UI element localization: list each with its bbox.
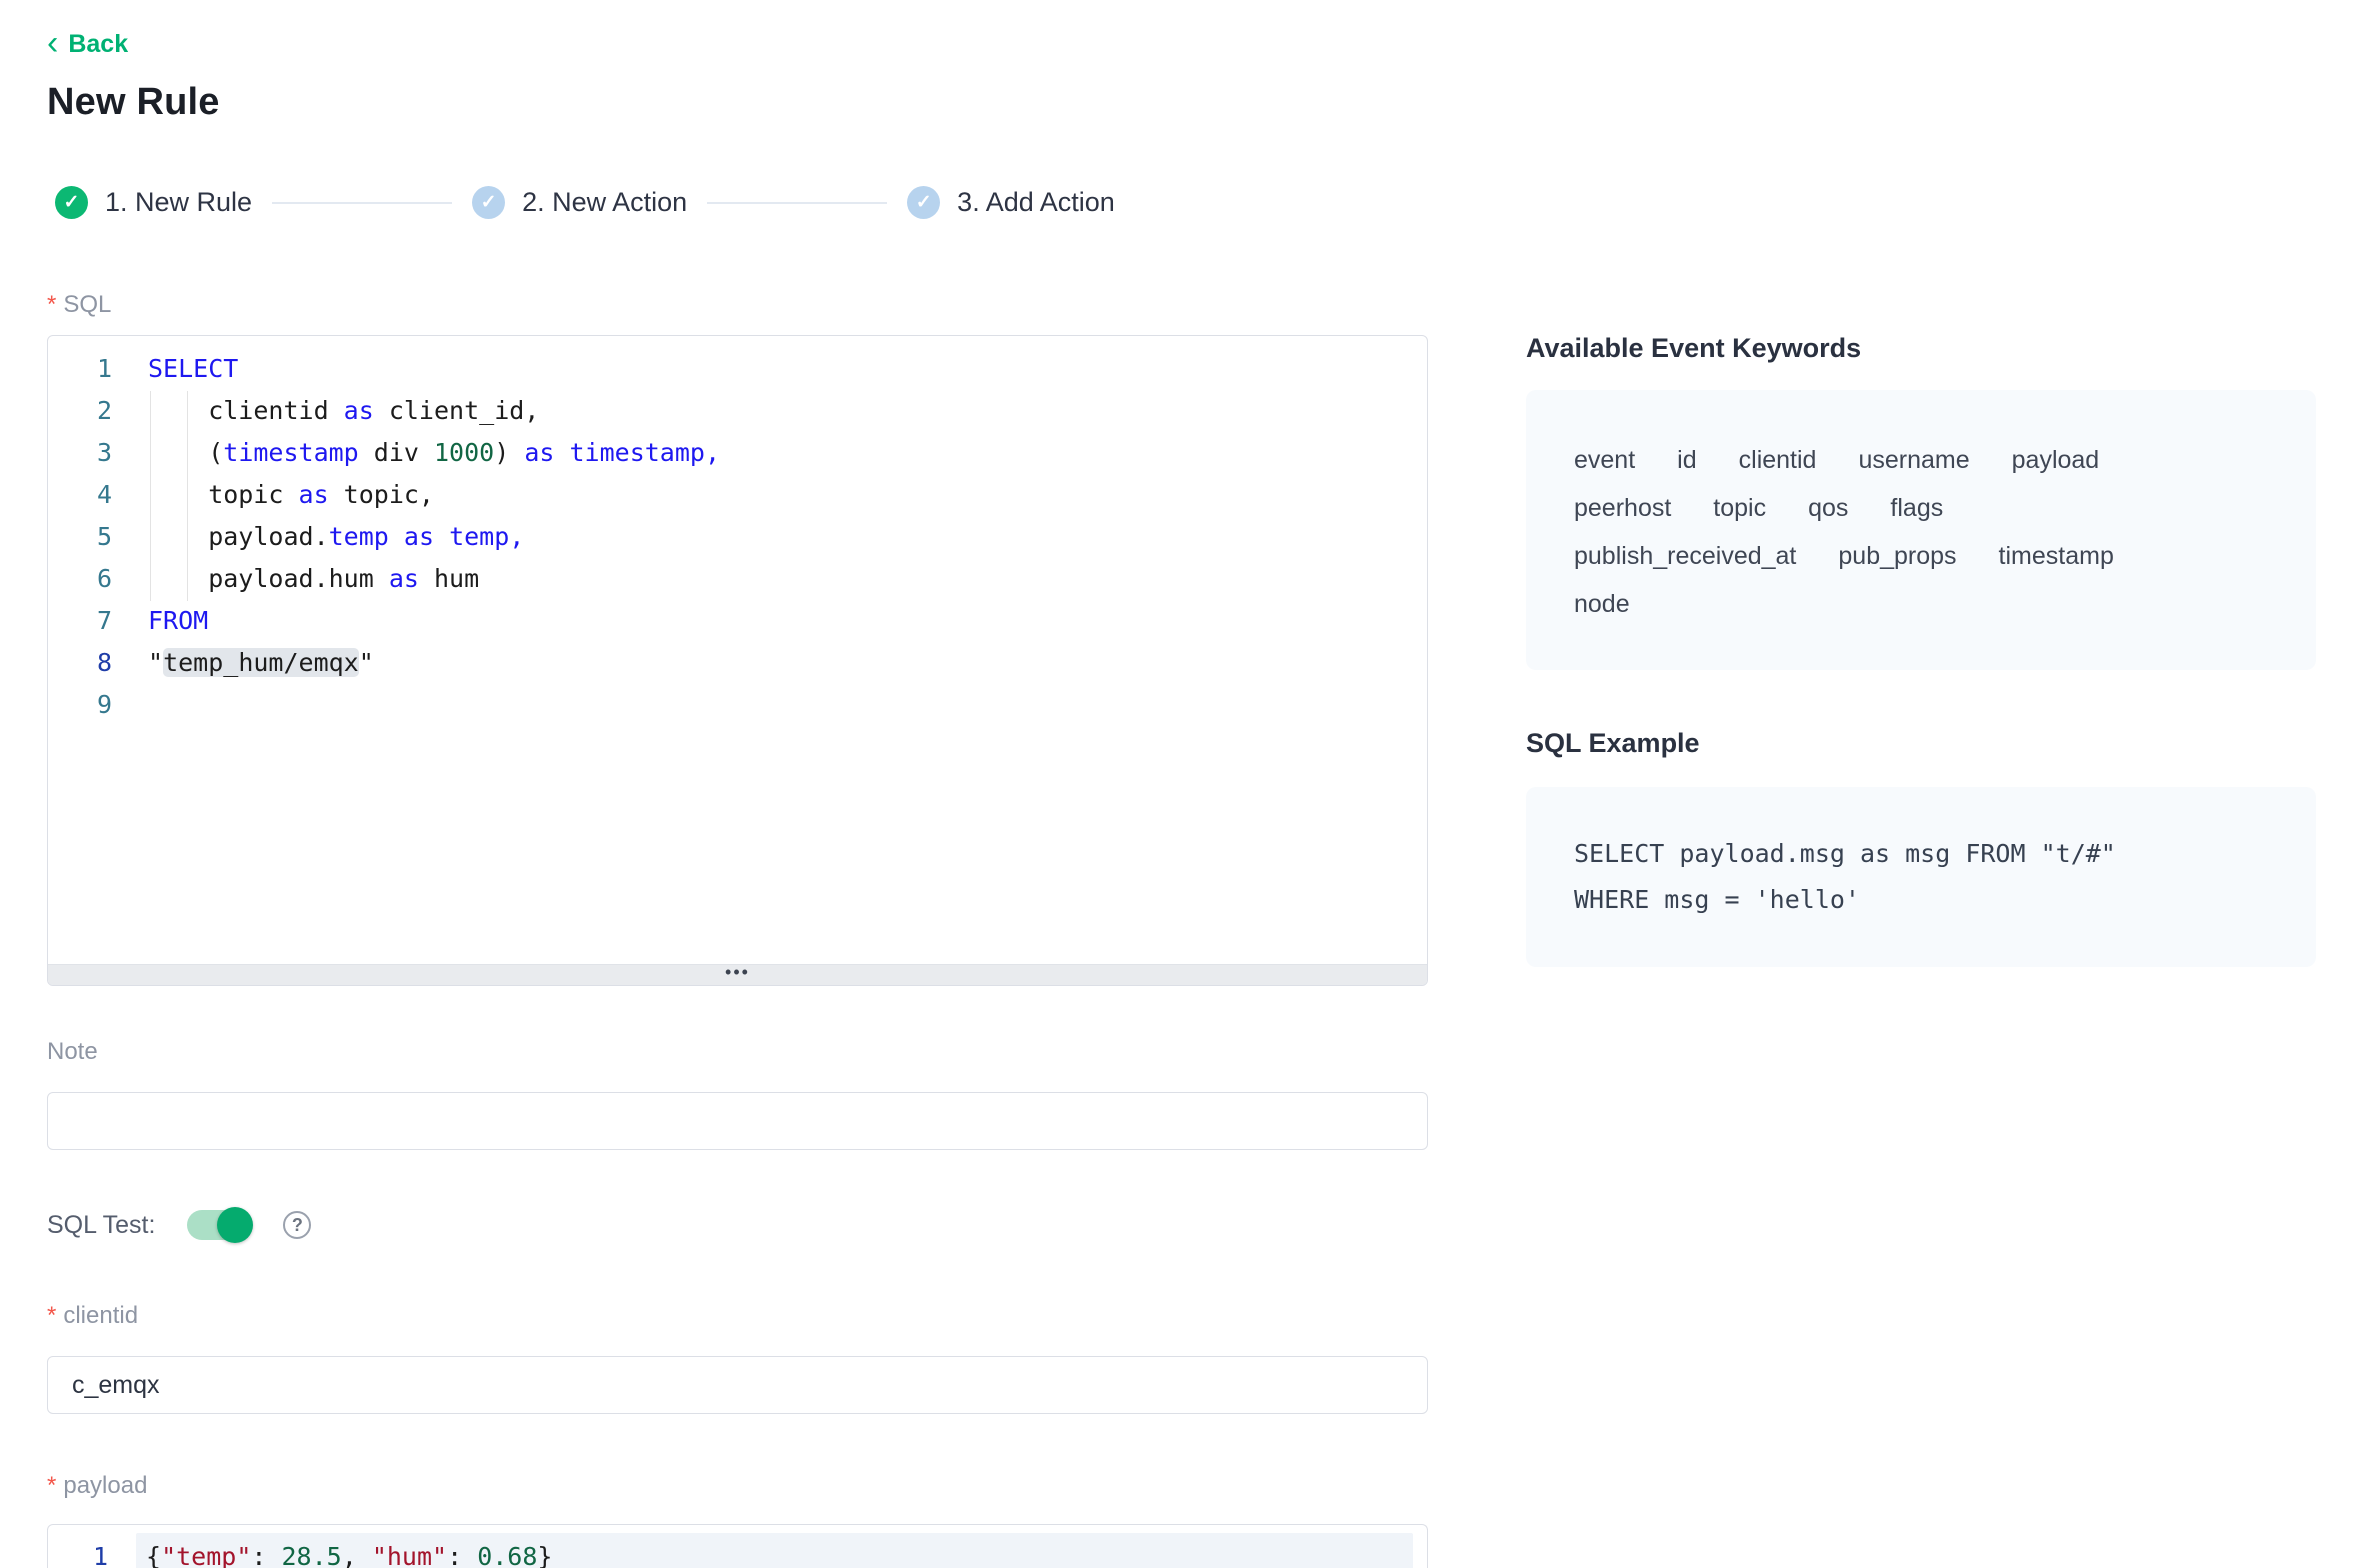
keyword-row: peerhost topic qos flags	[1574, 484, 2268, 532]
code-line-content: FROM	[138, 600, 1427, 642]
code-line-content: "temp_hum/emqx"	[138, 642, 1427, 684]
line-number: 7	[48, 600, 138, 642]
clientid-input[interactable]	[47, 1356, 1428, 1414]
line-number: 8	[48, 642, 138, 684]
event-keyword: clientid	[1739, 436, 1817, 484]
code-line: 1{"temp": 28.5, "hum": 0.68}	[48, 1533, 1427, 1568]
sql-test-label: SQL Test:	[47, 1211, 155, 1240]
indent-guide	[150, 391, 151, 601]
event-keyword: qos	[1808, 484, 1848, 532]
back-chevron-icon: ‹	[47, 31, 58, 55]
code-line-content: clientid as client_id,	[138, 390, 1427, 432]
code-line-content	[138, 684, 1427, 726]
event-keyword: peerhost	[1574, 484, 1671, 532]
event-keyword: username	[1858, 436, 1969, 484]
code-line: 4 topic as topic,	[48, 474, 1427, 516]
keyword-row: eventid clientid username payload	[1574, 436, 2268, 484]
code-line: 1SELECT	[48, 348, 1427, 390]
drag-dots-icon: •••	[725, 967, 750, 977]
sql-example-box: SELECT payload.msg as msg FROM "t/#"WHER…	[1526, 787, 2316, 967]
code-line-content: topic as topic,	[138, 474, 1427, 516]
event-keyword: publish_received_at	[1574, 532, 1796, 580]
code-line-content: payload.temp as temp,	[138, 516, 1427, 558]
line-number: 9	[48, 684, 138, 726]
line-number: 6	[48, 558, 138, 600]
code-line: 2 clientid as client_id,	[48, 390, 1427, 432]
payload-editor[interactable]: 1{"temp": 28.5, "hum": 0.68}	[47, 1524, 1428, 1568]
code-line-content: SELECT	[138, 348, 1427, 390]
step-label: 1. New Rule	[105, 187, 252, 218]
event-keyword: payload	[2012, 436, 2100, 484]
event-keyword: flags	[1890, 484, 1943, 532]
step-check-icon: ✓	[472, 186, 505, 219]
event-keyword: pub_props	[1838, 532, 1956, 580]
required-asterisk: *	[47, 291, 56, 318]
step-item: ✓ 3. Add Action	[907, 186, 1115, 219]
code-line: 7FROM	[48, 600, 1427, 642]
required-asterisk: *	[47, 1472, 56, 1499]
editor-resize-handle[interactable]: •••	[48, 964, 1427, 985]
code-line: 6 payload.hum as hum	[48, 558, 1427, 600]
code-line: 9	[48, 684, 1427, 726]
clientid-field-label: *clientid	[47, 1302, 1428, 1330]
code-line: 8"temp_hum/emqx"	[48, 642, 1427, 684]
line-number: 5	[48, 516, 138, 558]
sql-editor[interactable]: 1SELECT2 clientid as client_id,3 (timest…	[47, 335, 1428, 986]
required-asterisk: *	[47, 1302, 56, 1329]
event-keyword: timestamp	[1999, 532, 2114, 580]
back-link[interactable]: ‹ Back	[47, 30, 128, 59]
step-label: 2. New Action	[522, 187, 687, 218]
code-line-content: payload.hum as hum	[138, 558, 1427, 600]
keyword-row: node	[1574, 580, 2268, 628]
payload-code-area[interactable]: 1{"temp": 28.5, "hum": 0.68}	[48, 1525, 1427, 1568]
sql-example-title: SQL Example	[1526, 728, 2316, 759]
step-item: ✓ 2. New Action	[472, 186, 687, 219]
sql-example-line: WHERE msg = 'hello'	[1574, 877, 2268, 923]
help-icon[interactable]: ?	[283, 1211, 311, 1239]
line-number: 4	[48, 474, 138, 516]
page-title: New Rule	[47, 81, 2316, 124]
sql-field-label: *SQL	[47, 291, 1428, 319]
event-keywords-box: eventid clientid username payload peerhost to…	[1526, 390, 2316, 670]
event-keyword: event	[1574, 436, 1635, 484]
code-line-content: {"temp": 28.5, "hum": 0.68}	[136, 1533, 1413, 1568]
keyword-row: publish_received_at pub_props timestamp	[1574, 532, 2268, 580]
event-keywords-title: Available Event Keywords	[1526, 333, 2316, 364]
event-keyword: id	[1677, 436, 1696, 484]
step-check-icon: ✓	[907, 186, 940, 219]
indent-guide	[187, 391, 188, 601]
sql-example-line: SELECT payload.msg as msg FROM "t/#"	[1574, 831, 2268, 877]
sql-code-area[interactable]: 1SELECT2 clientid as client_id,3 (timest…	[48, 336, 1427, 964]
event-keyword: node	[1574, 580, 1630, 628]
wizard-steps: ✓ 1. New Rule ✓ 2. New Action ✓ 3. Add Action	[55, 186, 2316, 219]
step-connector	[707, 202, 887, 204]
step-item: ✓ 1. New Rule	[55, 186, 252, 219]
code-line: 5 payload.temp as temp,	[48, 516, 1427, 558]
sql-test-toggle[interactable]	[187, 1210, 251, 1240]
step-label: 3. Add Action	[957, 187, 1115, 218]
payload-field-label: *payload	[47, 1472, 1428, 1500]
line-number: 2	[48, 390, 138, 432]
code-line: 3 (timestamp div 1000) as timestamp,	[48, 432, 1427, 474]
back-label: Back	[68, 30, 128, 59]
line-number: 3	[48, 432, 138, 474]
note-field-label: Note	[47, 1038, 1428, 1066]
event-keyword: topic	[1713, 484, 1766, 532]
note-input[interactable]	[47, 1092, 1428, 1150]
code-line-content: (timestamp div 1000) as timestamp,	[138, 432, 1427, 474]
line-number: 1	[48, 348, 138, 390]
line-number: 1	[48, 1533, 136, 1568]
step-connector	[272, 202, 452, 204]
step-check-icon: ✓	[55, 186, 88, 219]
toggle-knob	[217, 1207, 253, 1243]
new-rule-page: ‹ Back New Rule ✓ 1. New Rule ✓ 2. New Acti…	[0, 0, 2356, 1568]
